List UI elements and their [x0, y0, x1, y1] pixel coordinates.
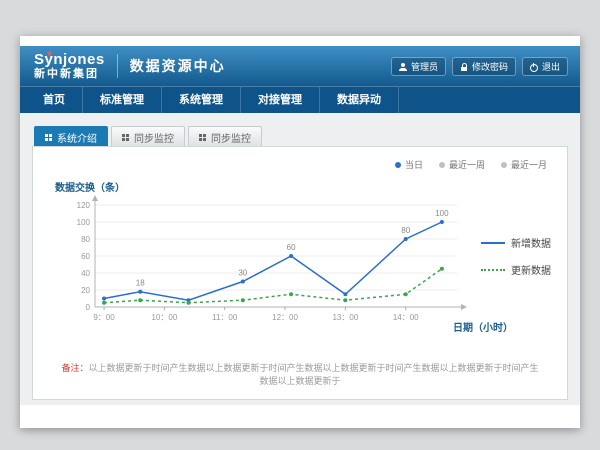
time-filter-legend: 当日 最近一周 最近一月 [395, 158, 547, 171]
nav-item-standard-mgmt[interactable]: 标准管理 [83, 87, 162, 113]
lock-icon [460, 63, 468, 71]
nav-item-docking-mgmt[interactable]: 对接管理 [241, 87, 320, 113]
nav-item-home[interactable]: 首页 [26, 87, 83, 113]
tab-bar: 系统介绍 同步监控 同步监控 [20, 113, 580, 146]
footnote-text: 以上数据更新于时间产生数据以上数据更新于时间产生数据以上数据更新于时间产生数据以… [89, 363, 539, 386]
tab-label: 同步监控 [211, 130, 251, 145]
svg-text:18: 18 [136, 279, 145, 288]
svg-text:11：00: 11：00 [212, 313, 238, 322]
legend-new-data-label: 新增数据 [511, 235, 551, 250]
filter-today[interactable]: 当日 [395, 158, 423, 171]
tab-system-intro[interactable]: 系统介绍 [34, 126, 108, 147]
svg-text:80: 80 [81, 235, 90, 244]
tab-sync-monitor-2[interactable]: 同步监控 [188, 126, 262, 147]
nav-item-system-mgmt[interactable]: 系统管理 [162, 87, 241, 113]
svg-text:100: 100 [435, 209, 449, 218]
radio-dot-icon [395, 162, 401, 168]
svg-text:10：00: 10：00 [151, 313, 177, 322]
nav-item-data-change[interactable]: 数据异动 [320, 87, 399, 113]
logo[interactable]: Synjones 新中新集团 [34, 52, 105, 81]
logout-label: 退出 [542, 60, 560, 73]
legend-new-data[interactable]: 新增数据 [481, 235, 551, 250]
change-password-button[interactable]: 修改密码 [452, 57, 516, 76]
tab-sync-monitor-1[interactable]: 同步监控 [111, 126, 185, 147]
main-nav: 首页 标准管理 系统管理 对接管理 数据异动 [20, 86, 580, 113]
svg-text:100: 100 [77, 218, 91, 227]
svg-text:60: 60 [287, 243, 296, 252]
power-icon [530, 63, 538, 71]
svg-text:0: 0 [86, 303, 91, 312]
footnote-label: 备注： [61, 363, 88, 373]
svg-text:60: 60 [81, 252, 90, 261]
svg-text:9：00: 9：00 [93, 313, 115, 322]
chart-panel: 当日 最近一周 最近一月 数据交换（条） 0 20 40 60 80 100 120 9：00… [32, 146, 568, 400]
logo-text: Synjones [34, 52, 105, 69]
x-axis-title: 日期（小时） [453, 319, 513, 334]
header-actions: 管理员 修改密码 退出 [391, 57, 568, 76]
tab-label: 系统介绍 [57, 130, 97, 145]
svg-text:30: 30 [238, 269, 247, 278]
footnote: 备注：以上数据更新于时间产生数据以上数据更新于时间产生数据以上数据更新于时间产生… [33, 361, 567, 387]
filter-today-label: 当日 [405, 158, 423, 171]
svg-text:13：00: 13：00 [332, 313, 358, 322]
svg-text:80: 80 [401, 226, 410, 235]
change-password-label: 修改密码 [472, 60, 508, 73]
logo-spark-icon [47, 49, 52, 63]
app-header: Synjones 新中新集团 数据资源中心 管理员 修改密码 退出 [20, 46, 580, 86]
radio-dot-icon [439, 162, 445, 168]
legend-updated-data[interactable]: 更新数据 [481, 262, 551, 277]
series-legend: 新增数据 更新数据 [481, 235, 551, 289]
logout-button[interactable]: 退出 [522, 57, 568, 76]
content-area: 系统介绍 同步监控 同步监控 当日 最近一周 [20, 113, 580, 405]
line-chart: 0 20 40 60 80 100 120 9：00 10：00 11：00 12：00 13：00 1… [61, 193, 469, 343]
filter-last-month-label: 最近一月 [511, 158, 547, 171]
y-axis-title: 数据交换（条） [55, 179, 125, 194]
solid-line-icon [481, 242, 505, 244]
svg-text:20: 20 [81, 286, 90, 295]
admin-button[interactable]: 管理员 [391, 57, 446, 76]
grid-icon [199, 134, 202, 137]
admin-button-label: 管理员 [411, 60, 438, 73]
page-title: 数据资源中心 [130, 56, 226, 76]
header-divider [117, 54, 118, 78]
logo-subtitle: 新中新集团 [34, 68, 105, 80]
filter-last-week-label: 最近一周 [449, 158, 485, 171]
filter-last-week[interactable]: 最近一周 [439, 158, 485, 171]
filter-last-month[interactable]: 最近一月 [501, 158, 547, 171]
svg-text:120: 120 [77, 201, 91, 210]
svg-text:14：00: 14：00 [393, 313, 419, 322]
radio-dot-icon [501, 162, 507, 168]
tab-label: 同步监控 [134, 130, 174, 145]
svg-text:40: 40 [81, 269, 90, 278]
grid-icon [122, 134, 125, 137]
svg-text:12：00: 12：00 [272, 313, 298, 322]
legend-updated-data-label: 更新数据 [511, 262, 551, 277]
dotted-line-icon [481, 269, 505, 271]
app-window: Synjones 新中新集团 数据资源中心 管理员 修改密码 退出 首页 标准管… [20, 36, 580, 428]
grid-icon [45, 134, 48, 137]
user-icon [399, 63, 407, 71]
